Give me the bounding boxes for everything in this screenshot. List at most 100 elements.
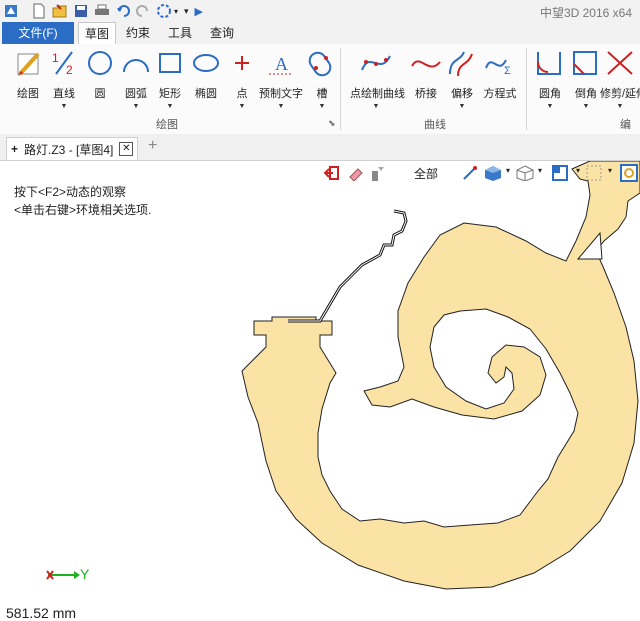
render-mode-icon[interactable] — [462, 165, 480, 181]
wire-cube-icon[interactable] — [516, 165, 534, 181]
chevron-down-icon[interactable]: ▼ — [442, 103, 482, 110]
filter-icon[interactable] — [370, 165, 386, 181]
dropdown-icon[interactable]: ▾ — [174, 7, 178, 16]
chevron-down-icon[interactable]: ▼ — [44, 103, 84, 110]
ellipse-icon — [193, 54, 219, 72]
ellipse-button[interactable]: 椭圆 — [186, 48, 226, 112]
chevron-down-icon[interactable]: ▼ — [258, 103, 304, 110]
shaded-cube-icon[interactable] — [484, 165, 502, 181]
slot-label: 槽 — [316, 88, 328, 100]
new-tab-button[interactable]: + — [148, 137, 157, 155]
trim-button[interactable]: 修剪/延伸 ▼ — [600, 48, 640, 112]
view-icon[interactable] — [552, 165, 570, 181]
redo-icon[interactable] — [136, 4, 150, 18]
group-separator — [526, 48, 527, 130]
point-button[interactable]: 点 ▼ — [222, 48, 262, 112]
trim-icon — [607, 51, 633, 75]
new-file-icon[interactable] — [32, 3, 46, 19]
equation-button[interactable]: Σ 方程式 — [480, 48, 520, 112]
fillet-icon — [537, 52, 561, 75]
chevron-down-icon[interactable]: ▼ — [530, 103, 570, 110]
tab-query[interactable]: 查询 — [204, 22, 240, 44]
bridge-label: 桥接 — [415, 88, 437, 100]
point-icon — [235, 56, 249, 70]
axis-y-label: Y — [80, 566, 90, 582]
point-curve-button[interactable]: 点绘制曲线 ▼ — [350, 48, 405, 112]
line-button[interactable]: 12 直线 ▼ — [44, 48, 84, 112]
fillet-label: 圆角 — [539, 88, 561, 100]
svg-text:Σ: Σ — [504, 65, 511, 77]
tab-constraint[interactable]: 约束 — [120, 22, 156, 44]
point-label: 点 — [236, 88, 248, 100]
hint-text-context-menu: <单击右键>环境相关选项. — [14, 203, 152, 217]
play-icon[interactable]: ▶ — [195, 5, 203, 18]
ribbon: 绘图 12 直线 ▼ 圆 圆弧 ▼ 矩形 ▼ 椭圆 点 ▼ A 预制文字 ▼ 槽… — [0, 44, 640, 147]
svg-text:2: 2 — [66, 63, 73, 77]
chevron-down-icon[interactable]: ▼ — [302, 103, 342, 110]
selected-curve[interactable] — [288, 209, 408, 323]
selection-icon[interactable] — [156, 3, 172, 19]
bridge-button[interactable]: 桥接 — [406, 48, 446, 112]
tab-sketch[interactable]: 草图 — [78, 22, 116, 45]
fillet-button[interactable]: 圆角 ▼ — [530, 48, 570, 112]
group-curve-label: 曲线 — [424, 119, 446, 131]
document-tab[interactable]: + 路灯.Z3 - [草图4] ✕ — [6, 137, 139, 160]
chevron-down-icon[interactable]: ▼ — [350, 103, 402, 110]
chevron-down-icon[interactable]: ▼ — [600, 103, 640, 110]
eraser-icon[interactable] — [348, 165, 364, 181]
undo-icon[interactable] — [116, 4, 130, 18]
close-tab-button[interactable]: ✕ — [119, 142, 134, 156]
hint-text-dynamic-view: 按下<F2>动态的观察 — [14, 185, 127, 199]
preset-text-label: 预制文字 — [259, 88, 303, 100]
tab-tools[interactable]: 工具 — [162, 22, 198, 44]
text-icon: A — [269, 54, 293, 75]
slot-button[interactable]: 槽 ▼ — [302, 48, 342, 112]
chevron-down-icon[interactable]: ▾ — [576, 166, 580, 175]
offset-label: 偏移 — [451, 88, 473, 100]
ellipse-label: 椭圆 — [195, 88, 217, 100]
document-tab-label: 路灯.Z3 - [草图4] — [24, 142, 114, 157]
bridge-icon — [411, 60, 441, 68]
sketch-drawing[interactable] — [0, 161, 640, 621]
offset-button[interactable]: 偏移 ▼ — [442, 48, 482, 112]
chevron-down-icon[interactable]: ▾ — [506, 166, 510, 175]
equation-label: 方程式 — [483, 88, 517, 100]
measurement-readout: 581.52 mm — [6, 605, 77, 621]
chevron-down-icon[interactable]: ▾ — [538, 166, 542, 175]
app-logo-icon[interactable] — [4, 4, 18, 18]
chevron-down-icon[interactable]: ▾ — [608, 166, 612, 175]
draw-button[interactable]: 绘图 — [8, 48, 48, 112]
chamfer-icon — [573, 51, 597, 75]
preset-text-button[interactable]: A 预制文字 ▼ — [258, 48, 304, 112]
view-filter-select[interactable]: 全部 — [414, 165, 438, 182]
draw-pencil-icon — [17, 52, 40, 76]
offset-icon — [449, 51, 473, 77]
rectangle-icon — [159, 53, 181, 73]
more-icon[interactable]: ▾ — [184, 6, 189, 17]
orient-icon[interactable] — [620, 164, 638, 182]
print-icon[interactable] — [94, 4, 110, 18]
view-toolbar: 全部 ▾ ▾ ▾ ▾ — [322, 163, 640, 183]
tab-file[interactable]: 文件(F) — [2, 22, 74, 44]
circle-icon — [88, 51, 112, 75]
chevron-down-icon[interactable]: ▼ — [150, 103, 190, 110]
group-launcher-icon[interactable]: ⬊ — [328, 118, 336, 129]
lamp-profile-shape[interactable] — [241, 161, 640, 590]
sketch-canvas[interactable]: 按下<F2>动态的观察 <单击右键>环境相关选项. 全部 ▾ ▾ ▾ ▾ Y 5… — [0, 161, 640, 621]
rectangle-button[interactable]: 矩形 ▼ — [150, 48, 190, 112]
draw-label: 绘图 — [17, 88, 39, 100]
group-separator — [340, 48, 341, 130]
grid-icon[interactable] — [586, 165, 604, 181]
exit-icon[interactable] — [324, 165, 340, 181]
slot-icon — [308, 51, 332, 77]
spline-icon — [361, 55, 391, 71]
pin-icon[interactable]: + — [11, 142, 18, 156]
open-file-icon[interactable] — [52, 3, 68, 19]
arc-icon — [123, 59, 149, 73]
save-icon[interactable] — [74, 4, 88, 18]
equation-icon: Σ — [485, 59, 511, 77]
circle-button[interactable]: 圆 — [80, 48, 120, 112]
svg-text:A: A — [275, 54, 288, 74]
chevron-down-icon[interactable]: ▼ — [222, 103, 262, 110]
svg-text:1: 1 — [52, 51, 59, 65]
